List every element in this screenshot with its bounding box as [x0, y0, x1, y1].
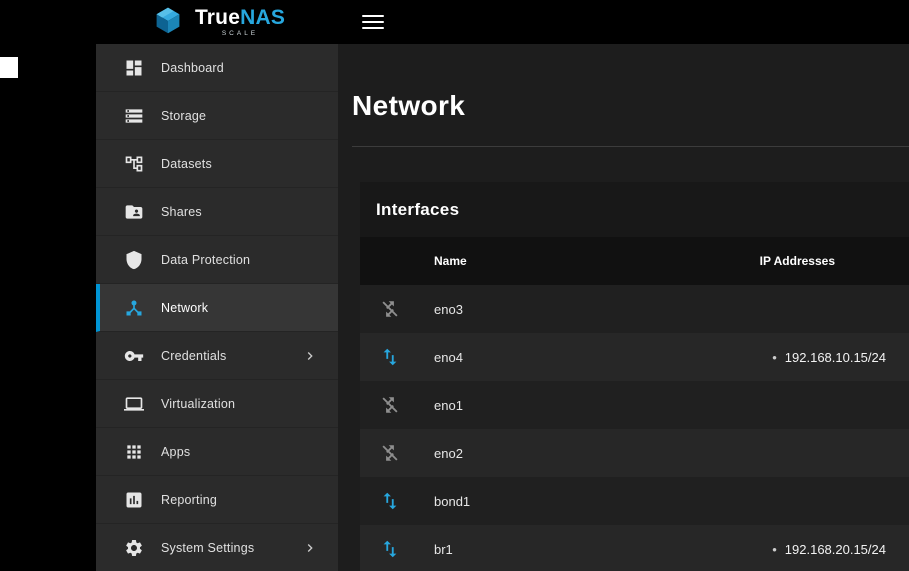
- background-artifact: [0, 57, 18, 78]
- main-panel: Network Interfaces Name IP Addresses eno…: [338, 44, 909, 571]
- sidebar-item-network[interactable]: Network: [96, 284, 338, 332]
- interface-row-eno1[interactable]: eno1: [360, 381, 909, 429]
- truenas-logo-icon: [149, 5, 187, 40]
- interface-name: br1: [434, 542, 659, 557]
- chart-icon: [124, 490, 144, 510]
- brand-scale: SCALE: [222, 31, 258, 38]
- sidebar-item-credentials[interactable]: Credentials: [96, 332, 338, 380]
- interface-name: eno1: [434, 398, 659, 413]
- sidebar-item-storage[interactable]: Storage: [96, 92, 338, 140]
- sidebar-item-label: Data Protection: [161, 253, 250, 267]
- sidebar-item-label: Dashboard: [161, 61, 224, 75]
- name-column-header: Name: [434, 254, 659, 268]
- sidebar-item-label: Network: [161, 301, 208, 315]
- truenas-logo-text: TrueNAS SCALE: [195, 7, 285, 38]
- shares-icon: [124, 202, 144, 222]
- key-icon: [124, 346, 144, 366]
- sidebar-item-label: Virtualization: [161, 397, 235, 411]
- dashboard-icon: [124, 58, 144, 78]
- sidebar-item-label: Apps: [161, 445, 190, 459]
- interface-name: eno4: [434, 350, 659, 365]
- topbar: TrueNAS SCALE: [96, 0, 909, 44]
- sidebar-item-datasets[interactable]: Datasets: [96, 140, 338, 188]
- table-header-row: Name IP Addresses: [360, 237, 909, 285]
- chevron-right-icon[interactable]: [302, 348, 318, 364]
- interface-ip-addresses: • 192.168.20.15/24: [659, 542, 909, 557]
- brand-true: True: [195, 6, 240, 29]
- sidebar-item-virtualization[interactable]: Virtualization: [96, 380, 338, 428]
- link-up-icon: [360, 538, 434, 560]
- page-title: Network: [352, 90, 909, 122]
- storage-icon: [124, 106, 144, 126]
- ip-address-value: 192.168.20.15/24: [785, 542, 886, 557]
- gear-icon: [124, 538, 144, 558]
- link-down-icon: [360, 298, 434, 320]
- sidebar-nav: Dashboard Storage Datasets Shares Data Prote…: [96, 44, 338, 571]
- shield-icon: [124, 250, 144, 270]
- interface-row-br1[interactable]: br1 • 192.168.20.15/24: [360, 525, 909, 571]
- monitor-icon: [124, 394, 144, 414]
- interface-name: bond1: [434, 494, 659, 509]
- content-area: Dashboard Storage Datasets Shares Data Prote…: [96, 44, 909, 571]
- truenas-logo[interactable]: TrueNAS SCALE: [96, 5, 338, 40]
- title-divider: [352, 146, 909, 147]
- datasets-icon: [124, 154, 144, 174]
- interfaces-card-header: Interfaces: [360, 182, 909, 237]
- sidebar-item-label: Datasets: [161, 157, 212, 171]
- table-body: eno3 eno4 • 192.168.10.15/24 eno1 eno2 bond1 br…: [360, 285, 909, 571]
- network-icon: [124, 298, 144, 318]
- sidebar-item-apps[interactable]: Apps: [96, 428, 338, 476]
- ip-address-value: 192.168.10.15/24: [785, 350, 886, 365]
- chevron-right-icon[interactable]: [302, 540, 318, 556]
- sidebar-item-dashboard[interactable]: Dashboard: [96, 44, 338, 92]
- apps-icon: [124, 442, 144, 462]
- sidebar-item-label: Storage: [161, 109, 206, 123]
- interfaces-card: Interfaces Name IP Addresses eno3 eno4 • 19…: [360, 182, 909, 571]
- ip-bullet: •: [772, 542, 777, 557]
- sidebar-item-reporting[interactable]: Reporting: [96, 476, 338, 524]
- link-up-icon: [360, 346, 434, 368]
- sidebar-item-label: Reporting: [161, 493, 217, 507]
- link-up-icon: [360, 490, 434, 512]
- interface-row-bond1[interactable]: bond1: [360, 477, 909, 525]
- link-down-icon: [360, 394, 434, 416]
- interface-name: eno3: [434, 302, 659, 317]
- interface-ip-addresses: • 192.168.10.15/24: [659, 350, 909, 365]
- sidebar-item-label: Credentials: [161, 349, 226, 363]
- interface-row-eno3[interactable]: eno3: [360, 285, 909, 333]
- sidebar-item-label: System Settings: [161, 541, 254, 555]
- sidebar-item-shares[interactable]: Shares: [96, 188, 338, 236]
- interface-row-eno4[interactable]: eno4 • 192.168.10.15/24: [360, 333, 909, 381]
- sidebar-item-label: Shares: [161, 205, 202, 219]
- interfaces-card-title: Interfaces: [376, 200, 459, 220]
- interface-name: eno2: [434, 446, 659, 461]
- truenas-app-window: TrueNAS SCALE Dashboard Storage Datasets Sh…: [96, 0, 909, 571]
- sidebar-item-data-protection[interactable]: Data Protection: [96, 236, 338, 284]
- sidebar-item-system-settings[interactable]: System Settings: [96, 524, 338, 571]
- brand-nas: NAS: [240, 6, 285, 29]
- link-down-icon: [360, 442, 434, 464]
- hamburger-menu-icon[interactable]: [362, 14, 384, 30]
- desktop-black-strip: [0, 0, 96, 571]
- ip-column-header: IP Addresses: [659, 254, 909, 268]
- interface-row-eno2[interactable]: eno2: [360, 429, 909, 477]
- ip-bullet: •: [772, 350, 777, 365]
